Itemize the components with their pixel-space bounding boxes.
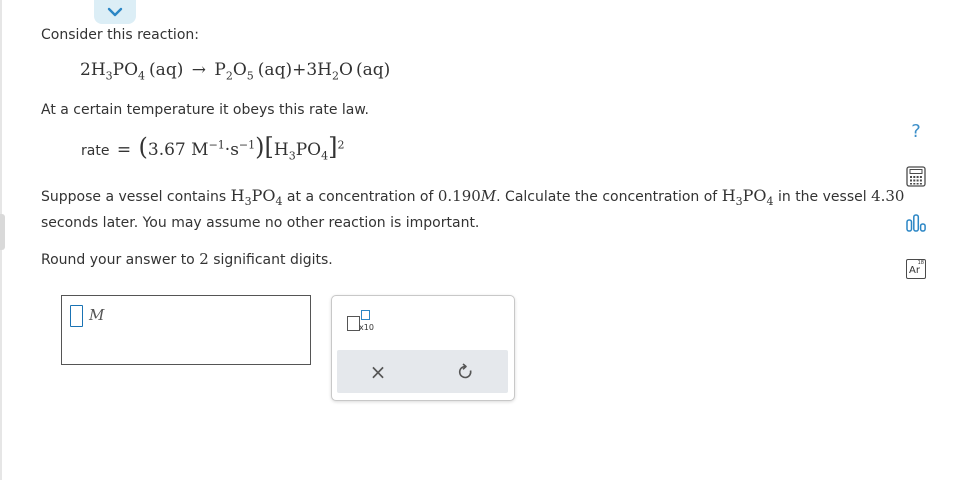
calculator-button[interactable] xyxy=(905,165,927,187)
round-instruction: Round your answer to 2 significant digit… xyxy=(41,250,333,268)
collapse-button[interactable] xyxy=(94,0,136,24)
help-icon: ? xyxy=(911,120,921,142)
answer-unit: M xyxy=(89,306,105,324)
intro-text: Consider this reaction: xyxy=(41,27,199,43)
question-line-1: Suppose a vessel contains H3PO4 at a con… xyxy=(41,186,905,208)
keypad-action-bar xyxy=(337,350,508,393)
reaction-equation: 2H3PO4 (aq) → P2O5 (aq)+3H2O (aq) xyxy=(80,60,391,83)
help-button[interactable]: ? xyxy=(904,119,928,143)
x10-label: x10 xyxy=(359,323,374,332)
periodic-table-icon: 18 Ar xyxy=(906,259,926,279)
periodic-table-button[interactable]: 18 Ar xyxy=(904,257,928,281)
x10-exponent-placeholder xyxy=(361,310,370,320)
chart-button[interactable] xyxy=(904,211,928,235)
rate-law-equation: rate = (3.67 M−1·s−1)[H3PO4]2 xyxy=(81,133,345,163)
calculator-icon xyxy=(906,165,926,187)
side-panel-tab[interactable] xyxy=(0,214,5,250)
rate-law-intro: At a certain temperature it obeys this r… xyxy=(41,102,369,118)
clear-button[interactable]: × xyxy=(368,361,388,383)
chevron-down-icon xyxy=(107,7,123,17)
undo-button[interactable] xyxy=(456,361,476,383)
answer-input-cursor[interactable] xyxy=(70,305,83,327)
chart-icon xyxy=(906,214,926,232)
question-line-2: seconds later. You may assume no other r… xyxy=(41,215,480,231)
undo-icon xyxy=(458,363,472,379)
